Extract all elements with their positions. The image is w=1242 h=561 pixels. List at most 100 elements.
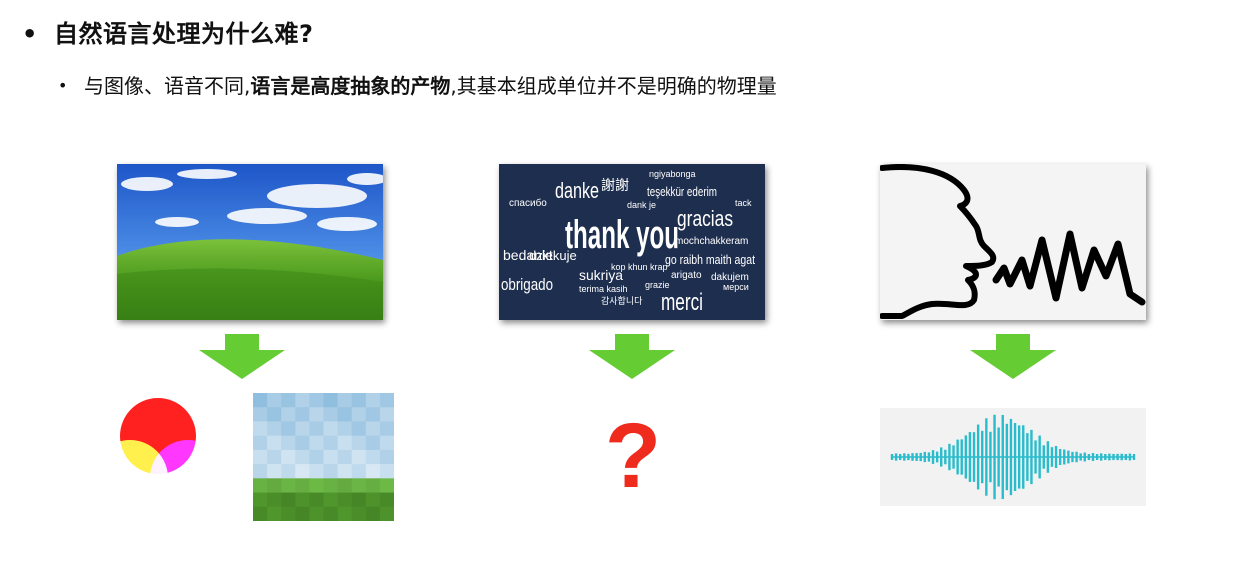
word-cloud-word: dziekuje — [529, 248, 577, 263]
pixel-block — [267, 393, 282, 408]
word-cloud-word: dank je — [627, 200, 656, 210]
pixel-block — [267, 407, 282, 422]
pixel-block — [309, 407, 324, 422]
pixel-block — [323, 464, 339, 479]
pixel-block — [337, 393, 353, 408]
pixel-block — [267, 421, 282, 437]
word-cloud-word: спасибо — [509, 197, 547, 209]
pixel-block — [253, 464, 268, 479]
pixel-block — [379, 449, 394, 465]
pixel-block — [281, 506, 296, 521]
pixel-block — [365, 393, 381, 408]
pixel-block — [281, 464, 296, 479]
pixel-block — [295, 464, 310, 479]
pixel-block — [267, 506, 282, 521]
pixel-block — [323, 407, 339, 422]
pixel-block — [281, 492, 296, 508]
pixel-block — [337, 464, 353, 479]
pixel-block — [309, 464, 324, 479]
question-mark: ? — [604, 405, 662, 507]
sound-waveform-icon — [880, 408, 1146, 506]
sub-bullet: • 与图像、语音不同,语言是高度抽象的产物,其基本组成单位并不是明确的物理量 — [58, 70, 777, 99]
pixel-block — [379, 478, 394, 494]
pixel-block — [337, 435, 353, 451]
pixel-block — [323, 435, 339, 451]
pixel-block — [337, 407, 353, 422]
pixel-block — [295, 492, 310, 508]
pixel-block — [337, 492, 353, 508]
word-cloud-word: mochchakkeram — [675, 236, 748, 247]
word-cloud-word: terima kasih — [579, 284, 628, 294]
pixel-block — [309, 393, 324, 408]
pixel-block — [379, 421, 394, 437]
pixel-block — [253, 492, 268, 508]
down-arrow-icon — [970, 334, 1056, 379]
pixel-block — [295, 478, 310, 494]
pixel-block — [351, 464, 367, 479]
pixel-block — [351, 407, 367, 422]
rgb-color-circles-icon — [92, 398, 226, 516]
heading-text: 自然语言处理为什么难? — [54, 20, 314, 48]
pixel-block — [295, 393, 310, 408]
pixel-block — [323, 449, 339, 465]
speaking-face-icon — [880, 164, 1146, 320]
pixel-block — [267, 464, 282, 479]
pixel-block — [365, 421, 381, 437]
word-cloud-word: ngiyabonga — [649, 169, 696, 179]
pixel-block — [323, 393, 339, 408]
pixel-block — [323, 506, 339, 521]
pixel-block — [365, 478, 381, 494]
pixel-block — [253, 421, 268, 437]
word-cloud-word: gracias — [677, 206, 733, 231]
heading-bullet: • 自然语言处理为什么难? — [22, 14, 313, 49]
pixel-block — [365, 506, 381, 521]
pixel-block — [309, 478, 324, 494]
word-cloud-word: grazie — [645, 280, 670, 290]
pixel-block — [253, 478, 268, 494]
pixel-block — [337, 421, 353, 437]
pixel-block — [365, 435, 381, 451]
thank-you-word-cloud-icon: thank you danke 謝謝 gracias merci obrigad… — [499, 164, 765, 320]
pixel-block — [337, 449, 353, 465]
down-arrow-icon — [199, 334, 285, 379]
word-cloud-word: danke — [555, 178, 599, 203]
pixel-block — [323, 421, 339, 437]
word-cloud-word: 감사합니다 — [601, 295, 643, 306]
pixel-block — [253, 407, 268, 422]
pixel-block — [365, 449, 381, 465]
word-cloud-word: kop khun krap — [611, 262, 668, 272]
pixel-block — [323, 478, 339, 494]
pixel-block — [295, 407, 310, 422]
pixel-block — [379, 464, 394, 479]
pixel-block — [351, 421, 367, 437]
pixel-block — [295, 449, 310, 465]
pixel-block — [295, 506, 310, 521]
pixel-block — [267, 492, 282, 508]
pixel-block — [295, 435, 310, 451]
pixel-block — [351, 492, 367, 508]
word-cloud-word: arigato — [671, 270, 702, 281]
pixel-block — [281, 393, 296, 408]
pixel-block — [281, 421, 296, 437]
pixel-block — [295, 421, 310, 437]
pixel-block — [337, 478, 353, 494]
word-cloud-word: 謝謝 — [601, 177, 629, 193]
pixel-block — [379, 506, 394, 521]
word-cloud-word: go raibh maith agat — [665, 252, 755, 267]
pixel-block — [351, 393, 367, 408]
word-cloud-word: teşekkür ederim — [647, 184, 717, 199]
pixel-block — [365, 492, 381, 508]
word-cloud-word: merci — [661, 289, 703, 316]
word-cloud-word: obrigado — [501, 275, 553, 294]
pixel-block — [323, 492, 339, 508]
pixelated-landscape-icon — [253, 393, 394, 521]
pixel-block — [337, 506, 353, 521]
down-arrow-icon — [589, 334, 675, 379]
pixel-block — [309, 449, 324, 465]
pixel-block — [309, 435, 324, 451]
pixel-block — [379, 492, 394, 508]
pixel-block — [309, 421, 324, 437]
pixel-block — [379, 393, 394, 408]
bullet-marker: • — [22, 20, 38, 48]
pixel-block — [281, 435, 296, 451]
